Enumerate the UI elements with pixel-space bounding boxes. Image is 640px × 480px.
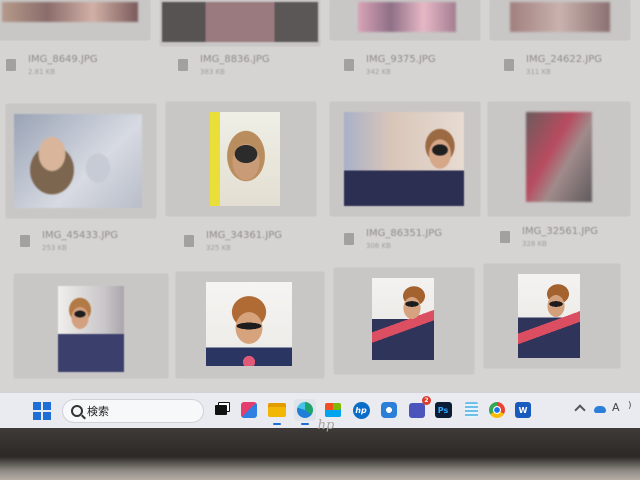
file-size: 306 KB	[366, 242, 391, 250]
file-size: 328 KB	[522, 240, 547, 248]
photo-gallery: IMG_8649.JPG 2.81 KB IMG_8836.JPG 383 KB…	[0, 0, 640, 390]
edge-browser-icon	[297, 402, 313, 418]
settings-app-icon	[381, 402, 397, 418]
chrome-icon	[489, 402, 505, 418]
file-caption: IMG_8649.JPG 2.81 KB	[2, 54, 152, 84]
photo-thumbnail	[518, 274, 580, 358]
photo-tile[interactable]	[330, 0, 480, 40]
file-name: IMG_34361.JPG	[206, 230, 283, 241]
file-size: 383 KB	[200, 68, 225, 76]
file-explorer-button[interactable]	[266, 399, 288, 425]
file-size: 311 KB	[526, 68, 551, 76]
start-button[interactable]	[33, 402, 51, 420]
file-name: IMG_32561.JPG	[522, 226, 599, 237]
photo-tile[interactable]	[0, 0, 150, 40]
photo-tile[interactable]	[14, 274, 168, 378]
taskbar-search-box[interactable]: 検索	[62, 399, 204, 423]
word-icon: W	[515, 402, 531, 418]
photo-thumbnail	[344, 112, 464, 206]
search-placeholder: 検索	[87, 405, 109, 418]
image-file-icon	[178, 59, 188, 71]
notepad-icon	[464, 402, 478, 418]
file-caption: IMG_34361.JPG 325 KB	[180, 230, 330, 260]
onedrive-cloud-icon[interactable]	[594, 406, 606, 413]
image-file-icon	[20, 235, 30, 247]
file-name: IMG_9375.JPG	[366, 54, 436, 65]
windows-logo-icon	[33, 412, 41, 420]
file-explorer-icon	[268, 403, 286, 417]
image-file-icon	[184, 235, 194, 247]
laptop-screen: IMG_8649.JPG 2.81 KB IMG_8836.JPG 383 KB…	[0, 0, 640, 428]
windows-logo-icon	[43, 412, 51, 420]
file-name: IMG_45433.JPG	[42, 230, 119, 241]
settings-app-button[interactable]	[378, 399, 400, 421]
image-file-icon	[344, 59, 354, 71]
notepad-button[interactable]	[460, 399, 482, 421]
file-caption: IMG_32561.JPG 328 KB	[496, 226, 630, 256]
file-caption: IMG_24622.JPG 311 KB	[500, 54, 630, 84]
photo-tile[interactable]	[490, 0, 630, 40]
file-name: IMG_8649.JPG	[28, 54, 98, 65]
hp-app-button[interactable]: hp	[350, 399, 372, 421]
word-button[interactable]: W	[512, 399, 534, 421]
file-size: 342 KB	[366, 68, 391, 76]
notification-badge: 2	[422, 396, 431, 405]
task-view-button[interactable]	[210, 399, 232, 421]
search-icon	[71, 405, 83, 417]
file-caption: IMG_86351.JPG 306 KB	[340, 228, 490, 258]
photo-tile[interactable]	[176, 272, 324, 378]
ime-indicator[interactable]: A	[612, 401, 620, 414]
photo-thumbnail	[372, 278, 434, 360]
photo-thumbnail	[510, 2, 610, 32]
show-hidden-icons-chevron-icon[interactable]	[574, 404, 586, 416]
photo-thumbnail	[358, 2, 456, 32]
file-size: 2.81 KB	[28, 68, 56, 76]
file-caption: IMG_9375.JPG 342 KB	[340, 54, 490, 84]
photo-thumbnail	[210, 112, 280, 206]
file-name: IMG_8836.JPG	[200, 54, 270, 65]
file-size: 253 KB	[42, 244, 67, 252]
photo-tile[interactable]	[6, 104, 156, 218]
teams-icon	[409, 402, 425, 418]
image-file-icon	[344, 233, 354, 245]
chrome-button[interactable]	[486, 399, 508, 421]
photo-tile[interactable]	[160, 0, 320, 46]
photo-tile[interactable]	[488, 102, 630, 216]
widgets-icon	[241, 402, 257, 418]
windows-logo-icon	[43, 402, 51, 410]
photo-tile[interactable]	[334, 268, 474, 374]
photo-tile[interactable]	[166, 102, 316, 216]
store-icon	[325, 403, 341, 417]
file-name: IMG_24622.JPG	[526, 54, 603, 65]
widgets-button[interactable]	[238, 399, 260, 421]
task-view-icon	[215, 405, 227, 415]
file-caption: IMG_45433.JPG 253 KB	[16, 230, 166, 260]
image-file-icon	[504, 59, 514, 71]
image-file-icon	[6, 59, 16, 71]
photo-thumbnail	[14, 114, 142, 208]
image-file-icon	[500, 231, 510, 243]
file-name: IMG_86351.JPG	[366, 228, 443, 239]
wifi-icon[interactable]: )	[628, 401, 632, 411]
hp-logo: hp	[317, 418, 335, 433]
photo-tile[interactable]	[484, 264, 620, 368]
photo-thumbnail	[526, 112, 592, 202]
photoshop-button[interactable]: Ps	[432, 399, 454, 421]
photo-tile[interactable]	[330, 102, 480, 216]
file-caption: IMG_8836.JPG 383 KB	[174, 54, 324, 84]
photo-thumbnail	[206, 282, 292, 366]
teams-button[interactable]: 2	[406, 396, 431, 421]
hp-app-icon: hp	[352, 401, 370, 419]
photoshop-icon: Ps	[434, 402, 452, 418]
photo-thumbnail	[58, 286, 124, 372]
photo-thumbnail	[162, 2, 318, 42]
file-size: 325 KB	[206, 244, 231, 252]
windows-logo-icon	[33, 402, 41, 410]
photo-thumbnail	[2, 2, 138, 22]
